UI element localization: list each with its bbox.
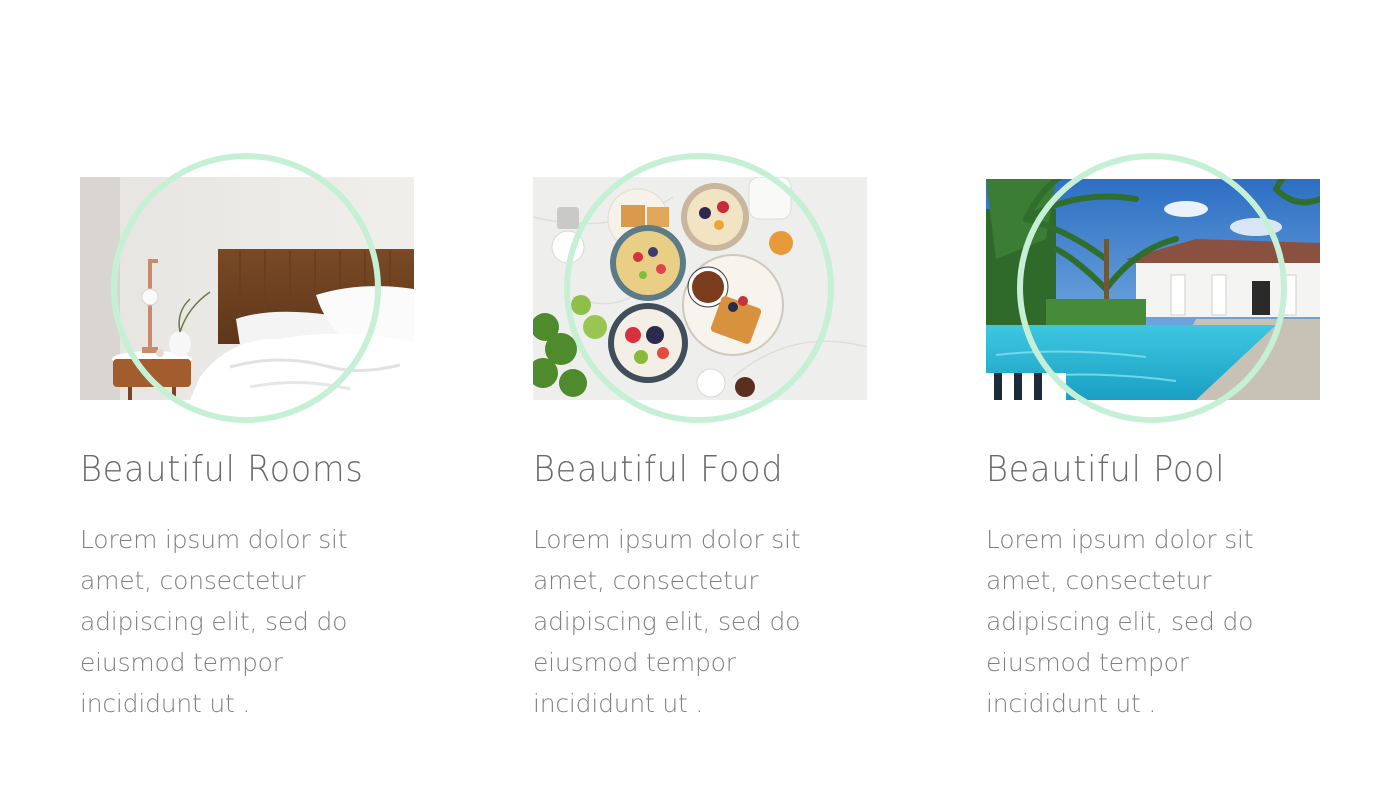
description-line: Lorem ipsum dolor sit [533,525,801,554]
feature-title: Beautiful Pool [986,449,1226,490]
feature-card-rooms: Beautiful Rooms Lorem ipsum dolor sit am… [80,0,414,800]
description-line: Lorem ipsum dolor sit [80,525,348,554]
description-line: incididunt ut . [80,689,251,718]
description-line: amet, consectetur [80,566,306,595]
swimming-pool-photo [986,179,1320,400]
breakfast-food-photo [533,177,867,400]
description-line: incididunt ut . [533,689,704,718]
feature-description: Lorem ipsum dolor sit amet, consectetur … [533,519,867,724]
feature-title: Beautiful Food [533,449,784,490]
feature-description: Lorem ipsum dolor sit amet, consectetur … [80,519,414,724]
description-line: adipiscing elit, sed do [80,607,348,636]
description-line: eiusmod tempor [80,648,283,677]
bedroom-photo [80,177,414,400]
description-line: adipiscing elit, sed do [986,607,1254,636]
description-line: Lorem ipsum dolor sit [986,525,1254,554]
feature-card-pool: Beautiful Pool Lorem ipsum dolor sit ame… [986,0,1320,800]
description-line: eiusmod tempor [986,648,1189,677]
feature-card-food: Beautiful Food Lorem ipsum dolor sit ame… [533,0,867,800]
description-line: amet, consectetur [533,566,759,595]
description-line: amet, consectetur [986,566,1212,595]
description-line: adipiscing elit, sed do [533,607,801,636]
feature-title: Beautiful Rooms [80,449,364,490]
feature-description: Lorem ipsum dolor sit amet, consectetur … [986,519,1320,724]
description-line: eiusmod tempor [533,648,736,677]
description-line: incididunt ut . [986,689,1157,718]
